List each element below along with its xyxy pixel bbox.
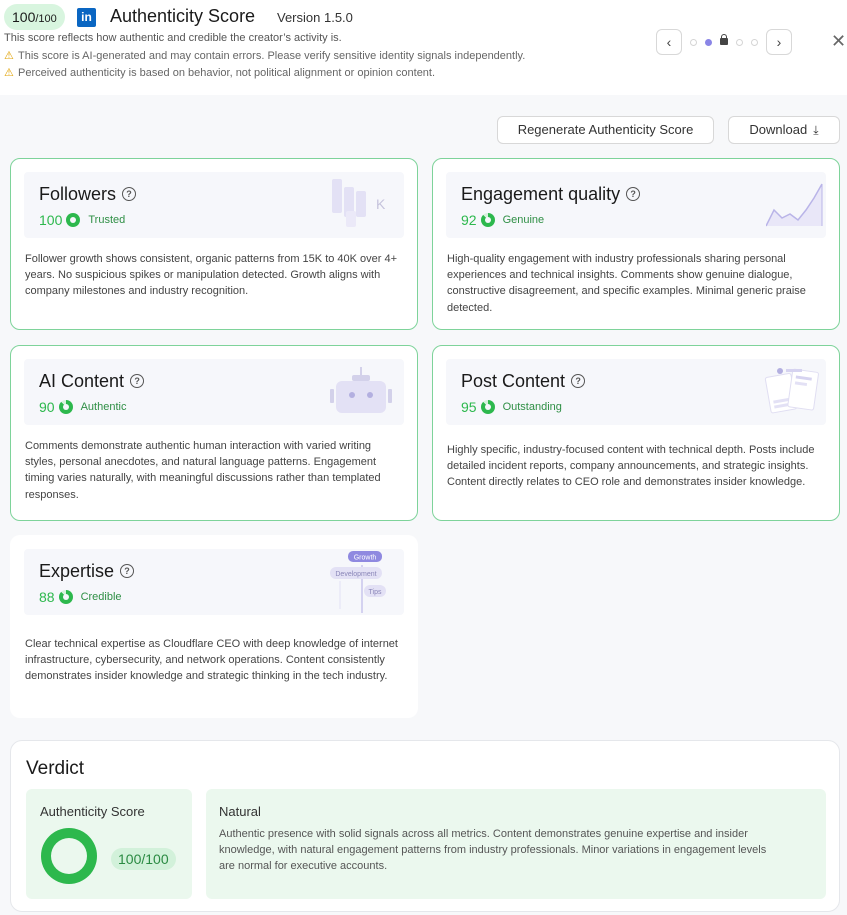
- score-label: Outstanding: [502, 401, 562, 413]
- ai-content-card: AI Content? 90 Authentic Comments demons…: [10, 345, 418, 521]
- score-denominator: /100: [35, 13, 57, 25]
- main-panel: Regenerate Authenticity Score Download ⤓ …: [0, 95, 847, 915]
- linkedin-icon: in: [77, 8, 96, 27]
- version-label: Version 1.5.0: [277, 10, 353, 25]
- header: 100/100 in Authenticity Score Version 1.…: [0, 0, 847, 95]
- card-title: Expertise?: [39, 561, 135, 582]
- warning-line: ⚠ This score is AI-generated and may cont…: [4, 49, 525, 62]
- score-value: 90: [39, 399, 55, 415]
- prev-button[interactable]: ‹: [656, 29, 682, 55]
- progress-ring-icon: [58, 400, 73, 414]
- verdict-summary-text: Authentic presence with solid signals ac…: [219, 828, 767, 873]
- card-title-text: Engagement quality: [461, 184, 621, 204]
- tag-growth: Growth: [354, 555, 377, 562]
- documents-illustration-icon: [764, 368, 819, 414]
- card-description: Comments demonstrate authentic human int…: [25, 440, 381, 501]
- help-icon[interactable]: ?: [122, 187, 137, 201]
- verdict-title: Verdict: [26, 758, 85, 779]
- card-header: Engagement quality? 92 Genuine: [446, 172, 826, 238]
- warning-text: Perceived authenticity is based on behav…: [18, 67, 436, 79]
- warning-line: ⚠ Perceived authenticity is based on beha…: [4, 66, 435, 79]
- card-description: Highly specific, industry-focused conten…: [447, 444, 815, 489]
- verdict-summary-box: Natural Authentic presence with solid si…: [206, 789, 826, 899]
- score-label: Authentic: [80, 401, 127, 413]
- authenticity-score-badge: 100/100: [111, 848, 176, 870]
- tag-tips: Tips: [369, 589, 382, 596]
- score-line: 90 Authentic: [39, 399, 126, 415]
- score-line: 92 Genuine: [461, 212, 544, 228]
- robot-illustration-icon: [330, 367, 392, 413]
- warning-icon: ⚠: [4, 67, 14, 79]
- card-header: Post Content? 95 Outstanding: [446, 359, 826, 425]
- card-description: Clear technical expertise as Cloudflare …: [25, 638, 398, 683]
- page-description: This score reflects how authentic and cr…: [4, 32, 342, 44]
- score-value: 95: [461, 399, 477, 415]
- score-label: Genuine: [502, 214, 545, 226]
- help-icon[interactable]: ?: [120, 564, 135, 578]
- score-label: Trusted: [88, 214, 126, 226]
- download-icon: ⤓: [813, 123, 819, 137]
- skill-tags-illustration-icon: Growth Development Tips: [330, 551, 386, 613]
- card-title: Engagement quality?: [461, 184, 641, 205]
- progress-ring-icon: [480, 213, 495, 227]
- card-title: Followers?: [39, 184, 137, 205]
- regenerate-button[interactable]: Regenerate Authenticity Score: [497, 116, 714, 144]
- page-dot[interactable]: [751, 38, 758, 46]
- card-title: AI Content?: [39, 371, 145, 392]
- verdict-panel: Verdict Authenticity Score 100/100 Natur…: [10, 740, 840, 912]
- score-value: 100: [12, 9, 36, 25]
- help-icon[interactable]: ?: [626, 187, 641, 201]
- score-pill: 100/100: [4, 4, 65, 30]
- progress-ring-icon: [480, 400, 495, 414]
- page-dot[interactable]: [690, 38, 697, 46]
- card-title-text: Expertise: [39, 561, 115, 581]
- card-title-text: Followers: [39, 184, 117, 204]
- download-label: Download: [749, 122, 808, 137]
- score-value: 92: [461, 212, 477, 228]
- progress-ring-icon: [58, 590, 73, 604]
- score-donut-chart: [41, 828, 97, 884]
- page-dots: [682, 34, 766, 46]
- card-title-text: AI Content: [39, 371, 125, 391]
- score-value: 100: [39, 212, 63, 228]
- warning-icon: ⚠: [4, 50, 14, 62]
- score-line: 100 Trusted: [39, 212, 125, 228]
- warning-text: This score is AI-generated and may conta…: [18, 50, 526, 62]
- score-value: 88: [39, 589, 55, 605]
- close-icon[interactable]: ✕: [831, 31, 846, 52]
- followers-card: Followers? 100 Trusted K Follower growth…: [10, 158, 418, 330]
- card-header: AI Content? 90 Authentic: [24, 359, 404, 425]
- page-dot-active[interactable]: [705, 38, 712, 46]
- score-line: 95 Outstanding: [461, 399, 562, 415]
- card-header: Expertise? 88 Credible Growth Developmen…: [24, 549, 404, 615]
- card-header: Followers? 100 Trusted K: [24, 172, 404, 238]
- tag-development: Development: [335, 571, 376, 578]
- next-button[interactable]: ›: [766, 29, 792, 55]
- download-button[interactable]: Download ⤓: [728, 116, 840, 144]
- engagement-card: Engagement quality? 92 Genuine High-qual…: [432, 158, 840, 330]
- post-content-card: Post Content? 95 Outstanding Highly spec…: [432, 345, 840, 521]
- card-title: Post Content?: [461, 371, 586, 392]
- authenticity-score-label: Authenticity Score: [40, 804, 145, 819]
- line-chart-illustration-icon: [766, 183, 823, 227]
- lock-icon: [720, 34, 728, 46]
- expertise-card: Expertise? 88 Credible Growth Developmen…: [10, 535, 418, 718]
- help-icon[interactable]: ?: [571, 374, 586, 388]
- help-icon[interactable]: ?: [130, 374, 145, 388]
- score-label: Credible: [80, 591, 122, 603]
- card-title-text: Post Content: [461, 371, 566, 391]
- authenticity-score-box: Authenticity Score 100/100: [26, 789, 192, 899]
- card-description: High-quality engagement with industry pr…: [447, 253, 806, 314]
- verdict-summary-title: Natural: [219, 804, 261, 819]
- page-title: Authenticity Score: [110, 6, 256, 26]
- score-line: 88 Credible: [39, 589, 122, 605]
- progress-ring-icon: [66, 213, 81, 227]
- page-dot[interactable]: [736, 38, 743, 46]
- bar-chart-illustration-icon: K: [332, 179, 386, 227]
- pager: ‹ ›: [656, 29, 792, 55]
- card-description: Follower growth shows consistent, organi…: [25, 253, 398, 298]
- illus-k-text: K: [376, 196, 386, 212]
